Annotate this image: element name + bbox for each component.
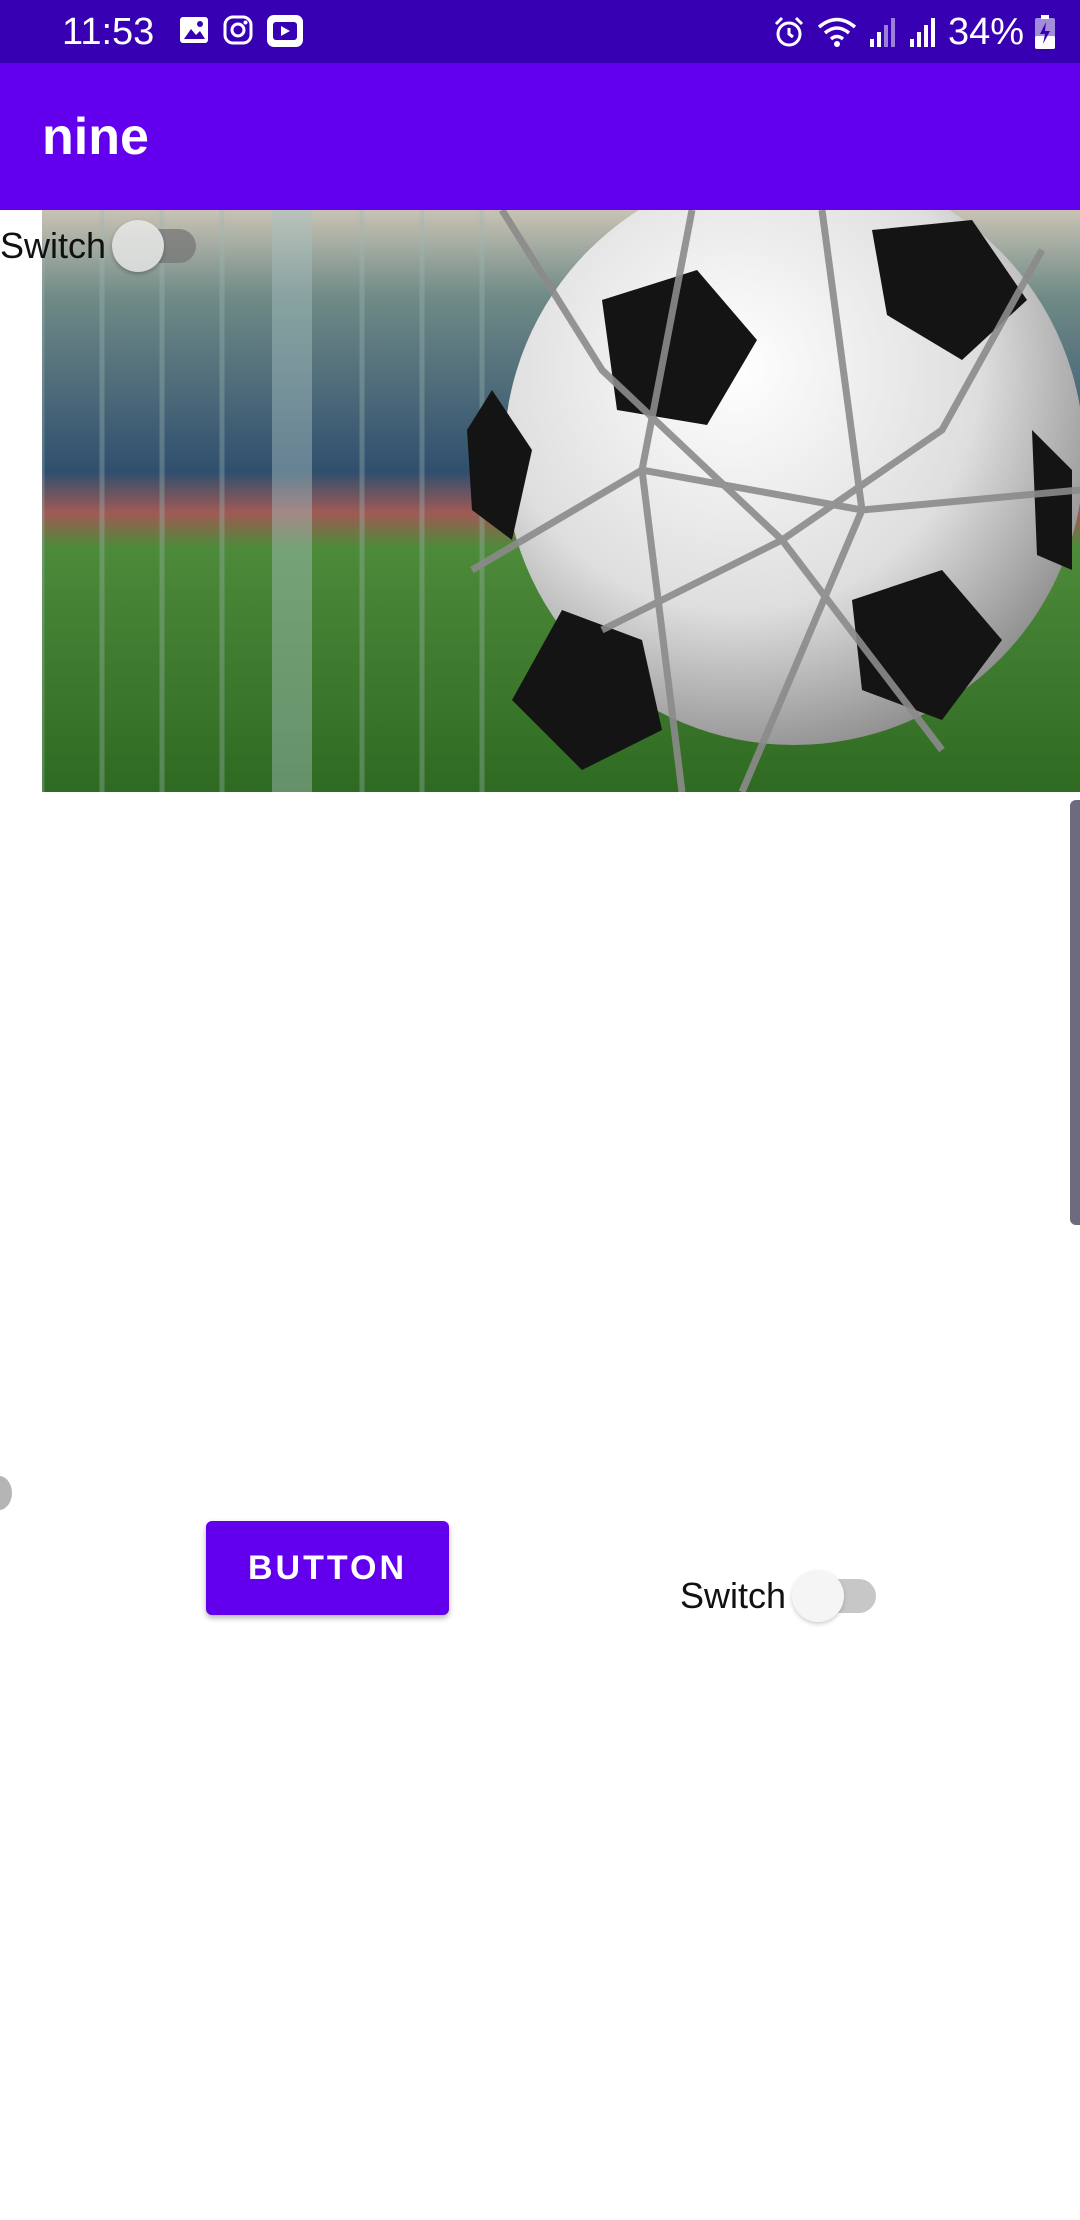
app-bar: nine [0,63,1080,210]
wifi-icon [817,17,857,47]
alarm-icon [774,16,803,47]
switch-bottom[interactable]: Switch [680,1570,877,1622]
main-button[interactable]: BUTTON [206,1521,449,1615]
soccer-ball-illustration [42,210,1080,792]
switch-top[interactable]: Switch [0,220,197,272]
edge-panel-handle[interactable] [0,1476,12,1510]
battery-charging-icon [1035,15,1055,49]
app-title: nine [42,108,149,166]
status-icons-right: 34% [772,8,1056,56]
video-app-icon [267,15,303,47]
gallery-icon [180,17,208,43]
signal-icon [909,18,935,47]
switch-top-label: Switch [0,225,107,266]
status-icons-left [178,14,304,48]
switch-bottom-toggle[interactable] [792,1570,877,1622]
signal-icon [869,18,895,47]
switch-top-thumb[interactable] [112,220,165,272]
scrollbar-handle[interactable] [1070,800,1080,1225]
soccer-ball-image [42,210,1080,792]
battery-percent: 34% [947,11,1024,53]
switch-bottom-thumb[interactable] [792,1570,845,1622]
status-time: 11:53 [62,11,155,53]
instagram-icon [223,15,253,45]
switch-bottom-label: Switch [680,1575,787,1616]
switch-top-toggle[interactable] [112,220,197,272]
status-bar: 11:53 34% [0,0,1080,63]
